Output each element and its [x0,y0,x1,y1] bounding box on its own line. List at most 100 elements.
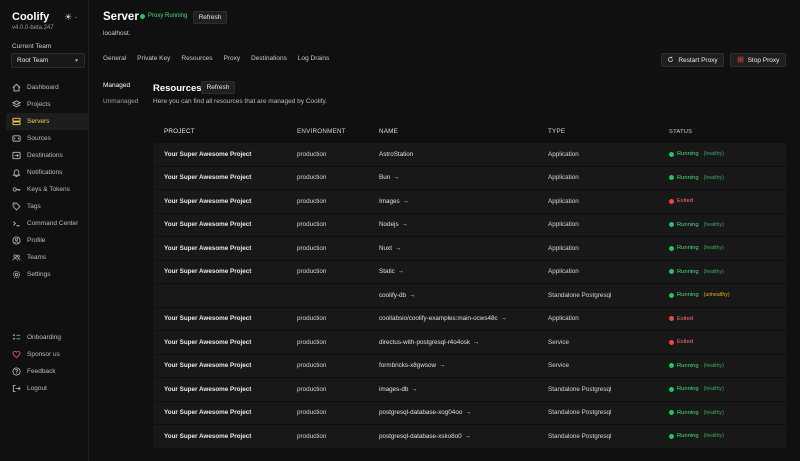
table-row[interactable]: Your Super Awesome Project production cool… [153,307,786,330]
sidebar-item-dashboard[interactable]: Dashboard [6,79,88,96]
cell-name[interactable]: directus-with-postgresql-r4o4osk → [379,339,548,346]
table-row[interactable]: Your Super Awesome Project production Bun →… [153,166,786,189]
cell-name[interactable]: AstroStation [379,151,548,158]
cell-status: Running (healthy) [669,245,786,251]
sidebar-item-profile[interactable]: Profile [6,232,88,249]
cell-name[interactable]: Images → [379,198,548,205]
cell-name[interactable]: Nuxt → [379,245,548,252]
table-row[interactable]: coolify-db → Standalone Postgresql Running(… [153,284,786,307]
app-logo[interactable]: Coolify [12,11,49,23]
cell-environment: production [297,174,327,182]
tab-resources[interactable]: Resources [181,55,212,62]
subnav-unmanaged[interactable]: Unmanaged [103,98,138,114]
resource-name: directus-with-postgresql-r4o4osk [379,338,470,346]
bottom-nav: Onboarding Sponsor us Feedback Logout [6,329,88,397]
arrow-right-icon: → [464,432,471,440]
restart-proxy-button[interactable]: Restart Proxy [661,53,724,67]
sidebar-item-feedback[interactable]: Feedback [6,363,88,380]
refresh-server-button[interactable]: Refresh [193,11,227,24]
sidebar-item-servers[interactable]: Servers [6,113,88,130]
sidebar-item-tags[interactable]: Tags [6,198,88,215]
theme-toggle[interactable]: ☀ ⌄ [64,11,84,23]
sidebar-item-projects[interactable]: Projects [6,96,88,113]
sidebar-item-label: Sources [27,135,51,142]
status-label: Running [677,433,699,440]
refresh-resources-button[interactable]: Refresh [201,81,235,94]
resource-name: images-db [379,385,409,393]
stop-proxy-button[interactable]: Stop Proxy [730,53,786,67]
resource-name: AstroStation [379,150,414,158]
status-label: Running [677,409,699,416]
terminal-icon [12,219,21,228]
health-label: (healthy) [703,433,724,440]
table-row[interactable]: Your Super Awesome Project production Imag… [153,190,786,213]
cell-type: Standalone Postgresql [548,432,612,440]
tab-private-key[interactable]: Private Key [137,55,170,62]
arrow-right-icon: → [465,409,472,417]
status-dot-icon [669,198,674,204]
chevron-down-icon: ⌄ [74,14,79,20]
team-select[interactable]: Root Team ▼ [11,53,85,68]
table-row[interactable]: Your Super Awesome Project production imag… [153,378,786,401]
cell-environment: production [297,409,327,417]
cell-environment: production [297,244,327,252]
status-dot-icon [669,245,674,251]
tab-proxy[interactable]: Proxy [223,55,240,62]
arrow-right-icon: → [439,362,446,370]
cell-type: Service [548,338,569,346]
sidebar-item-label: Keys & Tokens [27,186,70,193]
sidebar-item-keys-tokens[interactable]: Keys & Tokens [6,181,88,198]
health-label: (healthy) [703,245,724,252]
cell-project: Your Super Awesome Project [164,409,252,417]
tab-destinations[interactable]: Destinations [251,55,287,62]
table-row[interactable]: Your Super Awesome Project production Nuxt… [153,237,786,260]
team-label: Current Team [12,43,52,50]
arrow-right-icon: → [500,315,507,323]
sidebar-item-settings[interactable]: Settings [6,266,88,283]
sidebar-item-onboarding[interactable]: Onboarding [6,329,88,346]
cell-environment: production [297,385,327,393]
cell-name[interactable]: postgresql-database-xog04oo → [379,409,548,416]
cell-project: Your Super Awesome Project [164,174,252,182]
status-label: Exited [677,198,694,205]
resource-name: postgresql-database-xog04oo [379,409,463,417]
sidebar-item-command-center[interactable]: Command Center [6,215,88,232]
cell-name[interactable]: postgresql-database-xsko8o0 → [379,433,548,440]
tab-general[interactable]: General [103,55,126,62]
sidebar-item-sources[interactable]: Sources [6,130,88,147]
table-row[interactable]: Your Super Awesome Project production Node… [153,213,786,236]
cell-project: Your Super Awesome Project [164,268,252,276]
status-dot-icon [669,316,674,322]
table-row[interactable]: Your Super Awesome Project production dire… [153,331,786,354]
health-label: (healthy) [703,174,724,181]
tab-log-drains[interactable]: Log Drains [298,55,329,62]
sidebar-item-destinations[interactable]: Destinations [6,147,88,164]
cell-name[interactable]: Nodejs → [379,221,548,228]
sidebar-item-label: Sponsor us [27,351,60,358]
resources-subnav: Managed Unmanaged [103,82,138,114]
sidebar-item-sponsor[interactable]: Sponsor us [6,346,88,363]
table-row[interactable]: Your Super Awesome Project production post… [153,425,786,448]
subnav-managed[interactable]: Managed [103,82,138,98]
table-row[interactable]: Your Super Awesome Project production form… [153,354,786,377]
resource-name: formbricks-x8gwsow [379,362,437,370]
arrow-right-icon: → [411,385,418,393]
table-row[interactable]: Your Super Awesome Project production Astr… [153,143,786,166]
source-icon [12,134,21,143]
sidebar-item-teams[interactable]: Teams [6,249,88,266]
table-row[interactable]: Your Super Awesome Project production post… [153,401,786,424]
health-label: (healthy) [703,268,724,275]
cell-status: Running (unhealthy) [669,292,786,298]
sidebar-item-logout[interactable]: Logout [6,380,88,397]
sidebar-item-label: Settings [27,271,51,278]
cell-name[interactable]: Static → [379,268,548,275]
cell-name[interactable]: formbricks-x8gwsow → [379,362,548,369]
column-header-project: Project [164,128,195,135]
cell-name[interactable]: coolify-db → [379,292,548,299]
tag-icon [12,202,21,211]
cell-name[interactable]: coollabsio/coolify-examples:main-ocws48c… [379,315,548,322]
cell-name[interactable]: Bun → [379,174,548,181]
table-row[interactable]: Your Super Awesome Project production Stat… [153,260,786,283]
cell-name[interactable]: images-db → [379,386,548,393]
sidebar-item-notifications[interactable]: Notifications [6,164,88,181]
